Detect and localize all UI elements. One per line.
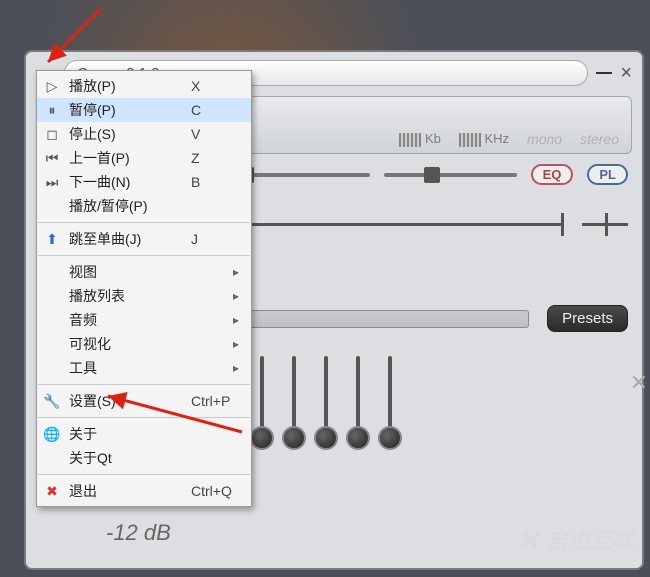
freq-label: KHz (459, 131, 509, 147)
menu-stop[interactable]: ◻ 停止(S) V (37, 122, 251, 146)
menu-play[interactable]: ▷ 播放(P) X (37, 74, 251, 98)
jump-icon: ⬆ (43, 230, 61, 248)
menu-settings[interactable]: 🔧 设置(S) Ctrl+P (37, 389, 251, 413)
stereo-label: stereo (580, 131, 619, 147)
watermark: ✕ 自由互联 (515, 523, 634, 559)
menu-separator (38, 474, 250, 475)
menu-about[interactable]: 🌐 关于 (37, 422, 251, 446)
equalizer-close-icon[interactable]: ✕ (630, 370, 648, 396)
presets-button[interactable]: Presets (547, 305, 628, 332)
submenu-arrow-icon: ▸ (233, 337, 239, 351)
menu-tools[interactable]: 工具 ▸ (37, 356, 251, 380)
submenu-arrow-icon: ▸ (233, 361, 239, 375)
menu-playlist[interactable]: 播放列表 ▸ (37, 284, 251, 308)
context-menu: ▷ 播放(P) X ⏸ 暂停(P) C ◻ 停止(S) V ⏮ 上一首(P) Z… (36, 70, 252, 507)
stop-icon: ◻ (43, 125, 61, 143)
balance-mini[interactable] (582, 223, 628, 226)
eq-button[interactable]: EQ (531, 164, 574, 185)
eq-band-10[interactable] (388, 356, 392, 446)
menu-audio[interactable]: 音频 ▸ (37, 308, 251, 332)
next-icon: ⏭ (43, 173, 61, 191)
menu-next[interactable]: ⏭ 下一曲(N) B (37, 170, 251, 194)
minimize-icon[interactable] (596, 72, 612, 74)
menu-view[interactable]: 视图 ▸ (37, 260, 251, 284)
pl-button[interactable]: PL (587, 164, 628, 185)
menu-playpause[interactable]: 播放/暂停(P) (37, 194, 251, 218)
wrench-icon: 🔧 (43, 392, 61, 410)
submenu-arrow-icon: ▸ (233, 265, 239, 279)
bitrate-label: Kb (399, 131, 441, 147)
menu-about-qt[interactable]: 关于Qt (37, 446, 251, 470)
globe-icon: 🌐 (43, 425, 61, 443)
mono-label: mono (527, 131, 562, 147)
eq-band-8[interactable] (324, 356, 328, 446)
eq-band-7[interactable] (292, 356, 296, 446)
menu-prev[interactable]: ⏮ 上一首(P) Z (37, 146, 251, 170)
menu-exit[interactable]: ✖ 退出 Ctrl+Q (37, 479, 251, 503)
menu-jump[interactable]: ⬆ 跳至单曲(J) J (37, 227, 251, 251)
menu-separator (38, 222, 250, 223)
balance-slider[interactable] (384, 173, 516, 177)
eq-band-6[interactable] (260, 356, 264, 446)
menu-pause[interactable]: ⏸ 暂停(P) C (37, 98, 251, 122)
submenu-arrow-icon: ▸ (233, 289, 239, 303)
eq-band-9[interactable] (356, 356, 360, 446)
menu-separator (38, 384, 250, 385)
close-icon[interactable]: × (620, 62, 632, 85)
menu-separator (38, 417, 250, 418)
pause-icon: ⏸ (43, 101, 61, 119)
play-icon: ▷ (43, 77, 61, 95)
menu-visual[interactable]: 可视化 ▸ (37, 332, 251, 356)
prev-icon: ⏮ (43, 149, 61, 167)
menu-separator (38, 255, 250, 256)
db-label: -12 dB (106, 520, 171, 546)
submenu-arrow-icon: ▸ (233, 313, 239, 327)
exit-icon: ✖ (43, 482, 61, 500)
